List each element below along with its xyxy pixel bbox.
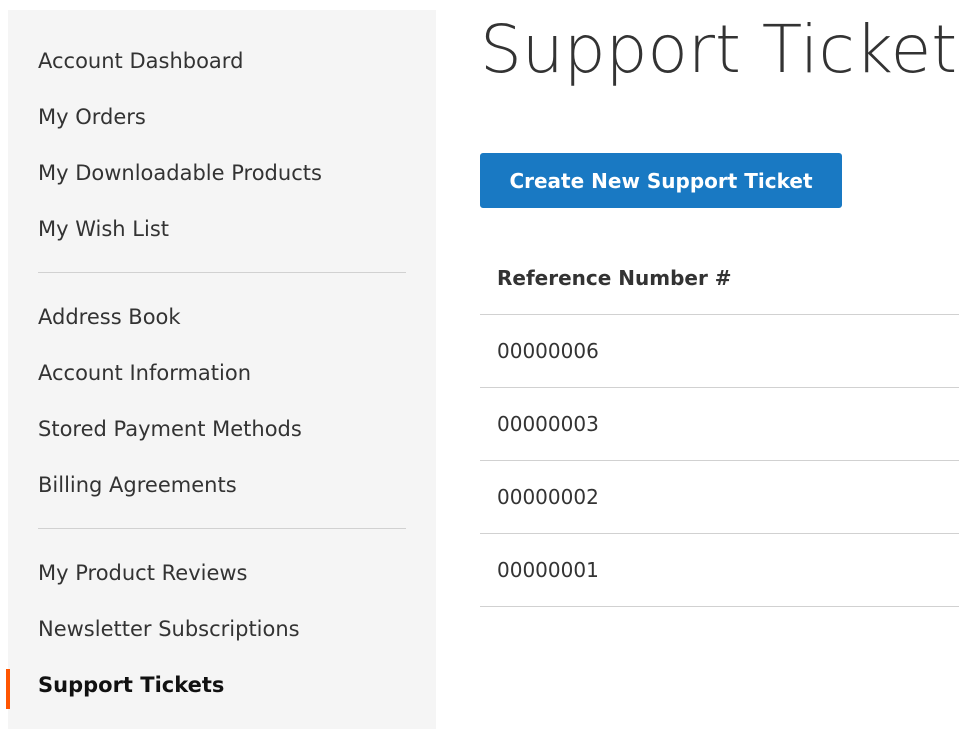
account-sidebar: Account Dashboard My Orders My Downloada… <box>6 10 436 729</box>
nav-group-other: My Product Reviews Newsletter Subscripti… <box>6 545 436 713</box>
create-new-support-ticket-button[interactable]: Create New Support Ticket <box>480 153 842 208</box>
nav-item-account-dashboard[interactable]: Account Dashboard <box>8 33 436 89</box>
nav-item-address-book[interactable]: Address Book <box>8 289 436 345</box>
nav-item-support-tickets[interactable]: Support Tickets <box>6 657 436 713</box>
nav-item-billing-agreements[interactable]: Billing Agreements <box>8 457 436 513</box>
nav-group-profile: Address Book Account Information Stored … <box>8 289 436 513</box>
main-content: Support Tickets Create New Support Ticke… <box>480 0 959 729</box>
nav-item-my-orders[interactable]: My Orders <box>8 89 436 145</box>
nav-item-account-information[interactable]: Account Information <box>8 345 436 401</box>
nav-item-stored-payment-methods[interactable]: Stored Payment Methods <box>8 401 436 457</box>
table-row[interactable]: 00000003 <box>480 388 959 461</box>
table-row[interactable]: 00000006 <box>480 315 959 388</box>
support-tickets-table: Reference Number # 00000006 00000003 000… <box>480 242 959 607</box>
page-title: Support Tickets <box>480 11 959 88</box>
nav-item-my-wish-list[interactable]: My Wish List <box>8 201 436 257</box>
nav-item-my-downloadable-products[interactable]: My Downloadable Products <box>8 145 436 201</box>
nav-item-newsletter-subscriptions[interactable]: Newsletter Subscriptions <box>8 601 436 657</box>
nav-item-my-product-reviews[interactable]: My Product Reviews <box>8 545 436 601</box>
nav-divider <box>38 272 406 273</box>
table-row[interactable]: 00000001 <box>480 534 959 607</box>
page: Account Dashboard My Orders My Downloada… <box>0 0 959 729</box>
column-header-reference-number: Reference Number # <box>480 242 959 315</box>
nav-divider <box>38 528 406 529</box>
nav-group-account: Account Dashboard My Orders My Downloada… <box>8 10 436 257</box>
table-row[interactable]: 00000002 <box>480 461 959 534</box>
